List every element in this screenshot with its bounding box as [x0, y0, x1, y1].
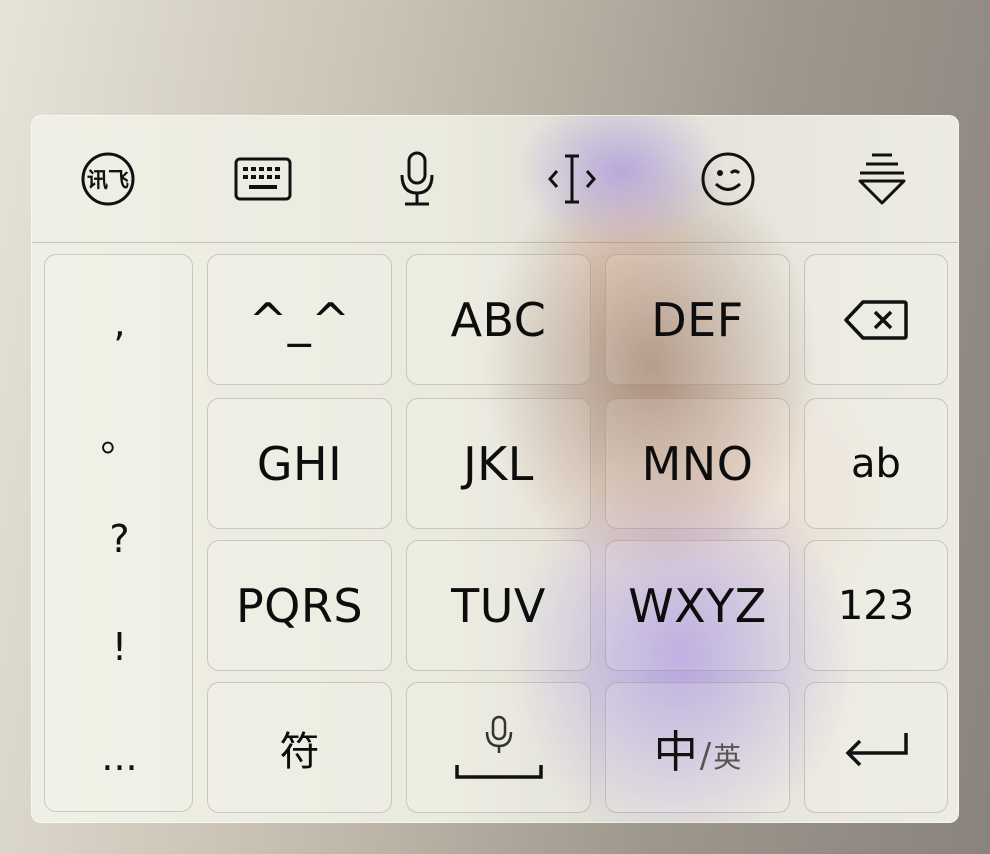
- emoji-icon: [701, 152, 755, 206]
- key-symbols[interactable]: 符: [207, 682, 392, 813]
- key-pqrs-label: PQRS: [235, 578, 364, 633]
- microphone-icon: [400, 151, 434, 206]
- space-mic-icon: [454, 715, 543, 779]
- punct-exclamation[interactable]: !: [45, 625, 194, 669]
- emoji-button[interactable]: [698, 149, 758, 209]
- key-symbols-label: 符: [279, 728, 320, 775]
- cursor-move-button[interactable]: [542, 149, 602, 209]
- keyboard-icon: [234, 157, 292, 201]
- key-ghi-label: GHI: [256, 436, 343, 491]
- lang-en-label: 英: [713, 740, 742, 774]
- key-emoticon-label: ^_^: [248, 292, 351, 347]
- enter-icon: [845, 732, 908, 766]
- key-language-switch[interactable]: 中 / 英: [605, 682, 790, 813]
- svg-text:讯飞: 讯飞: [87, 168, 129, 192]
- key-jkl-label: JKL: [463, 436, 534, 491]
- key-enter[interactable]: [804, 682, 948, 813]
- voice-input-button[interactable]: [387, 149, 447, 209]
- language-switch-label: 中 / 英: [654, 716, 741, 780]
- ifly-logo-button[interactable]: 讯飞: [78, 149, 138, 209]
- key-numbers[interactable]: 123: [804, 540, 948, 671]
- hide-keyboard-icon: [858, 153, 906, 205]
- key-wxyz-label: WXYZ: [628, 578, 767, 633]
- punctuation-column[interactable]: , 。 ? ! ...: [44, 254, 193, 812]
- key-jkl[interactable]: JKL: [406, 398, 591, 529]
- lang-zh-label: 中: [653, 726, 698, 778]
- backspace-icon: [844, 299, 908, 340]
- key-mno[interactable]: MNO: [605, 398, 790, 529]
- hide-keyboard-button[interactable]: [852, 149, 912, 209]
- key-case-ab-label: ab: [851, 440, 901, 487]
- key-def[interactable]: DEF: [605, 254, 790, 385]
- key-case-ab[interactable]: ab: [804, 398, 948, 529]
- key-wxyz[interactable]: WXYZ: [605, 540, 790, 671]
- punct-period[interactable]: 。: [45, 407, 194, 462]
- key-emoticon[interactable]: ^_^: [207, 254, 392, 385]
- punct-question[interactable]: ?: [45, 517, 194, 561]
- key-numbers-label: 123: [837, 582, 915, 629]
- key-mno-label: MNO: [641, 436, 754, 491]
- key-space-voice[interactable]: [406, 682, 591, 813]
- key-abc-label: ABC: [450, 292, 547, 347]
- lang-separator: /: [699, 735, 712, 776]
- key-backspace[interactable]: [804, 254, 948, 385]
- punct-ellipsis[interactable]: ...: [45, 735, 194, 779]
- punct-comma[interactable]: ,: [45, 301, 194, 345]
- key-def-label: DEF: [651, 292, 744, 347]
- key-tuv-label: TUV: [451, 578, 546, 633]
- key-abc[interactable]: ABC: [406, 254, 591, 385]
- keyboard-toolbar: 讯飞: [32, 116, 958, 243]
- key-ghi[interactable]: GHI: [207, 398, 392, 529]
- keyboard-switch-button[interactable]: [233, 149, 293, 209]
- ifly-logo-icon: 讯飞: [81, 152, 135, 206]
- t9-keyboard: 讯飞 , 。 ? ! ... ^_^ ABC DEF GHI JKL MNO a…: [31, 115, 959, 823]
- cursor-move-icon: [548, 154, 596, 204]
- key-pqrs[interactable]: PQRS: [207, 540, 392, 671]
- key-tuv[interactable]: TUV: [406, 540, 591, 671]
